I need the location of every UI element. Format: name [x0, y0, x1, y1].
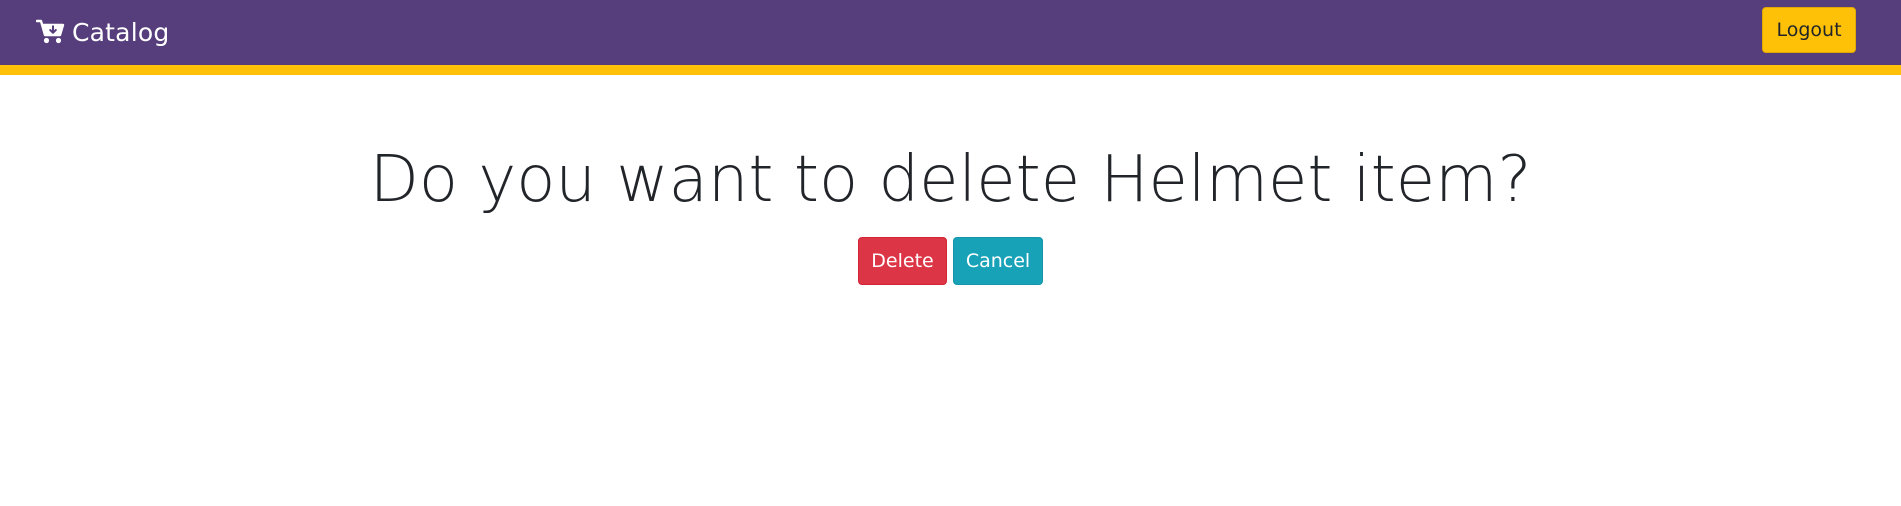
delete-button[interactable]: Delete: [858, 237, 947, 285]
logout-button[interactable]: Logout: [1762, 7, 1856, 53]
delete-confirmation-question: Do you want to delete Helmet item?: [369, 143, 1532, 217]
brand-link[interactable]: Catalog: [35, 14, 170, 50]
cart-plus-icon: [35, 19, 66, 45]
main-content: Do you want to delete Helmet item? Delet…: [0, 75, 1901, 285]
brand-label: Catalog: [72, 17, 170, 47]
cancel-button[interactable]: Cancel: [953, 237, 1043, 285]
action-buttons: Delete Cancel: [0, 237, 1901, 285]
navbar-accent-bar: [0, 65, 1901, 75]
top-navbar: Catalog Logout: [0, 0, 1901, 65]
